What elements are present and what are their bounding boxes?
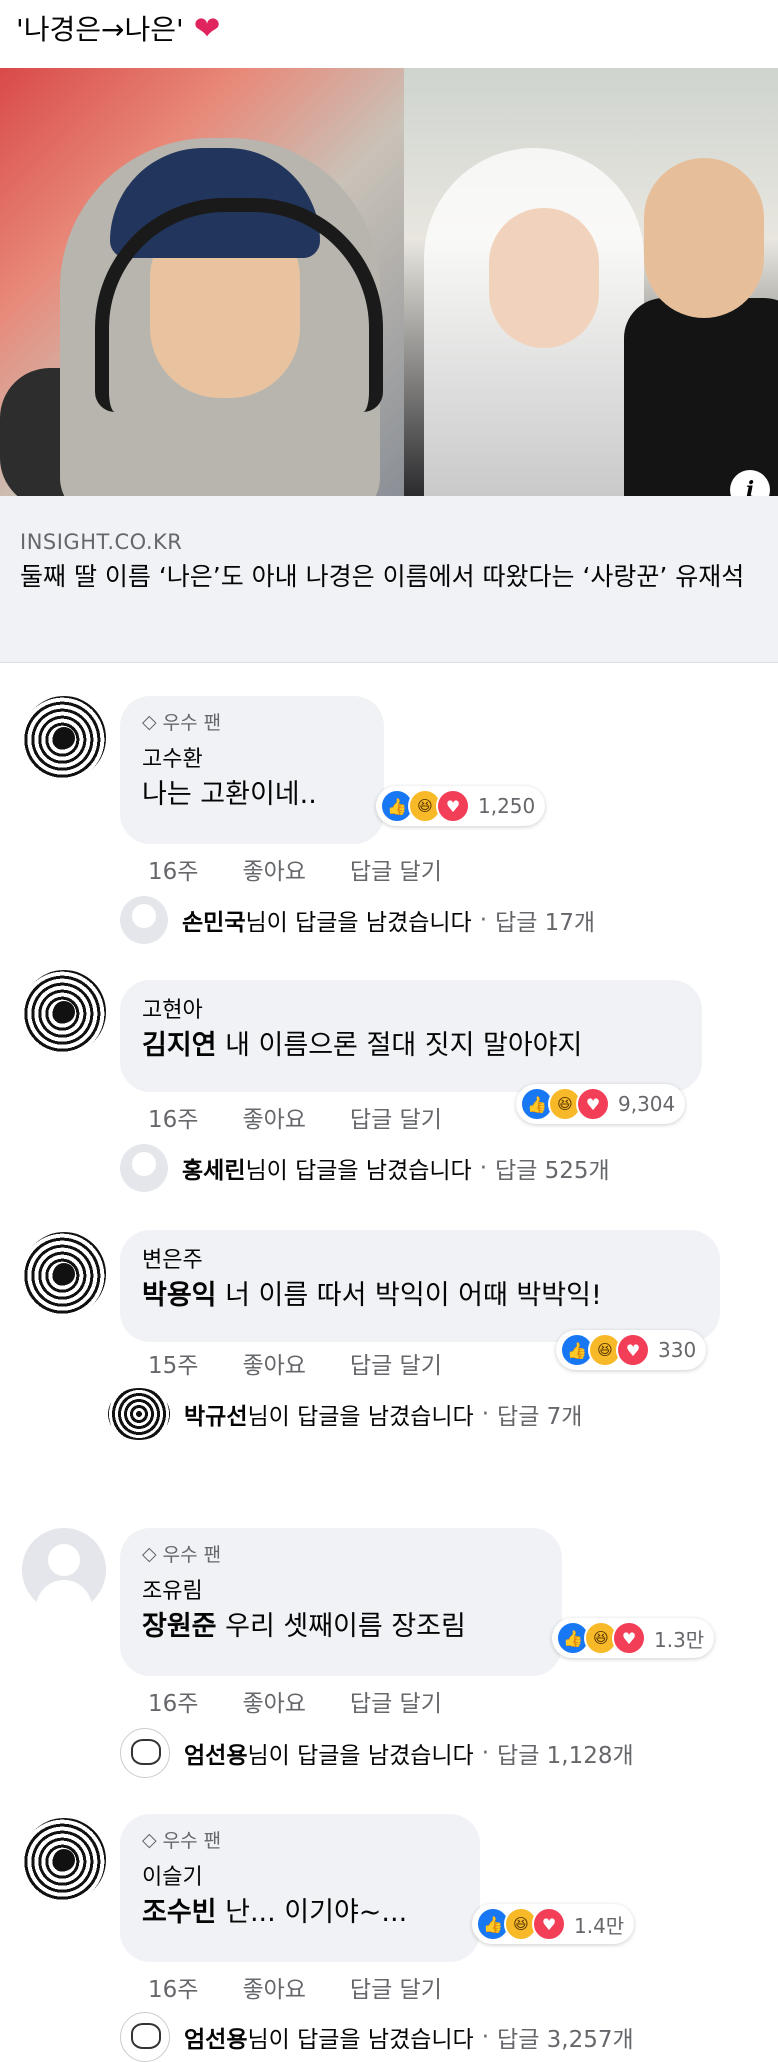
- link-domain: INSIGHT.CO.KR: [20, 530, 183, 554]
- top-fan-badge: ◇ 우수 팬: [142, 1542, 222, 1567]
- mention[interactable]: 조수빈: [142, 1897, 217, 1928]
- mention[interactable]: 박용익: [142, 1280, 217, 1311]
- reply-summary[interactable]: 홍세린님이 답글을 남겼습니다 · 답글 525개: [120, 1144, 610, 1192]
- reply-avatar: [120, 896, 168, 944]
- comment-text: 조수빈 난... 이기야~...: [142, 1897, 408, 1928]
- commenter-avatar[interactable]: [22, 696, 106, 780]
- comment-actions: 15주 좋아요 답글 달기: [148, 1346, 442, 1380]
- reply-avatar: [120, 1144, 168, 1192]
- comment-bubble: ◇ 우수 팬 이슬기 조수빈 난... 이기야~...: [120, 1814, 480, 1962]
- diamond-icon: ◇: [142, 710, 157, 733]
- reply-button[interactable]: 답글 달기: [350, 1970, 442, 2004]
- reply-summary[interactable]: 손민국님이 답글을 남겼습니다 · 답글 17개: [120, 896, 595, 944]
- commenter-name[interactable]: 이슬기: [142, 1859, 458, 1891]
- reply-user-name: 홍세린: [182, 1158, 246, 1184]
- reply-avatar: [108, 1388, 170, 1440]
- commenter-avatar[interactable]: [22, 1818, 106, 1902]
- comment-time[interactable]: 16주: [148, 1970, 198, 2004]
- photo-wedding: [404, 68, 778, 496]
- top-fan-badge: ◇ 우수 팬: [142, 710, 222, 735]
- post-title-text: '나경은→나은': [16, 13, 184, 46]
- commenter-name[interactable]: 조유림: [142, 1573, 540, 1605]
- comment-time[interactable]: 16주: [148, 1100, 198, 1134]
- reaction-summary[interactable]: 👍 😆 ♥ 1.4만: [472, 1904, 635, 1944]
- reply-button[interactable]: 답글 달기: [350, 852, 442, 886]
- commenter-name[interactable]: 고수환: [142, 741, 362, 773]
- commenter-avatar[interactable]: [22, 970, 106, 1054]
- mention[interactable]: 김지연: [142, 1030, 217, 1061]
- reply-count: 답글 7개: [497, 1404, 583, 1430]
- reaction-count: 9,304: [618, 1092, 676, 1116]
- comment-actions: 16주 좋아요 답글 달기: [148, 1970, 442, 2004]
- comment-text: 나는 고환이네..: [142, 779, 317, 810]
- reply-button[interactable]: 답글 달기: [350, 1100, 442, 1134]
- comment-time[interactable]: 15주: [148, 1346, 198, 1380]
- reaction-summary[interactable]: 👍 😆 ♥ 9,304: [516, 1084, 686, 1124]
- reply-count: 답글 525개: [495, 1158, 610, 1184]
- comment-text: 김지연 내 이름으론 절대 짓지 말아야지: [142, 1030, 583, 1061]
- reply-summary[interactable]: 엄선용님이 답글을 남겼습니다 · 답글 1,128개: [120, 1728, 634, 1778]
- comment-actions: 16주 좋아요 답글 달기: [148, 1684, 442, 1718]
- diamond-icon: ◇: [142, 1542, 157, 1565]
- comment-bubble: ◇ 우수 팬 조유림 장원준 우리 셋째이름 장조림: [120, 1528, 562, 1676]
- comment-time[interactable]: 16주: [148, 1684, 198, 1718]
- reaction-summary[interactable]: 👍 😆 ♥ 1,250: [376, 786, 546, 826]
- like-button[interactable]: 좋아요: [242, 1684, 305, 1718]
- like-button[interactable]: 좋아요: [242, 852, 305, 886]
- like-button[interactable]: 좋아요: [242, 1970, 305, 2004]
- commenter-name[interactable]: 고현아: [142, 992, 680, 1024]
- reply-button[interactable]: 답글 달기: [350, 1346, 442, 1380]
- reaction-count: 1.3만: [654, 1627, 705, 1652]
- like-button[interactable]: 좋아요: [242, 1100, 305, 1134]
- commenter-avatar[interactable]: [22, 1232, 106, 1316]
- photo-radio-host: [0, 68, 404, 496]
- love-reaction-icon: ♥: [436, 789, 470, 823]
- comment-text: 장원준 우리 셋째이름 장조림: [142, 1611, 466, 1642]
- commenter-name[interactable]: 변은주: [142, 1242, 698, 1274]
- comment-actions: 16주 좋아요 답글 달기: [148, 852, 442, 886]
- comment-bubble: 고현아 김지연 내 이름으론 절대 짓지 말아야지: [120, 980, 702, 1092]
- reaction-count: 1.4만: [574, 1913, 625, 1938]
- link-title: 둘째 딸 이름 ‘나은’도 아내 나경은 이름에서 따왔다는 ‘사랑꾼’ 유재석: [20, 562, 745, 591]
- comment-actions: 16주 좋아요 답글 달기: [148, 1100, 442, 1134]
- reaction-summary[interactable]: 👍 😆 ♥ 1.3만: [552, 1618, 715, 1658]
- post-title: '나경은→나은' ❤: [16, 8, 220, 48]
- reply-user-name: 엄선용: [184, 2027, 248, 2053]
- reply-avatar: [120, 2012, 170, 2062]
- comment-bubble: ◇ 우수 팬 고수환 나는 고환이네..: [120, 696, 384, 844]
- reaction-count: 330: [658, 1338, 697, 1362]
- reply-user-name: 엄선용: [184, 1743, 248, 1769]
- love-reaction-icon: ♥: [532, 1907, 566, 1941]
- link-preview-image[interactable]: [0, 68, 778, 496]
- commenter-avatar[interactable]: [22, 1528, 106, 1612]
- like-button[interactable]: 좋아요: [242, 1346, 305, 1380]
- reply-count: 답글 17개: [495, 910, 596, 936]
- comment-time[interactable]: 16주: [148, 852, 198, 886]
- comment-text: 박용익 너 이름 따서 박익이 어때 박박익!: [142, 1280, 602, 1311]
- reply-summary[interactable]: 엄선용님이 답글을 남겼습니다 · 답글 3,257개: [120, 2012, 634, 2062]
- link-card[interactable]: INSIGHT.CO.KR 둘째 딸 이름 ‘나은’도 아내 나경은 이름에서 …: [0, 496, 778, 663]
- reply-count: 답글 3,257개: [497, 2027, 634, 2053]
- reply-button[interactable]: 답글 달기: [350, 1684, 442, 1718]
- reply-avatar: [120, 1728, 170, 1778]
- heart-icon: ❤: [193, 9, 221, 47]
- love-reaction-icon: ♥: [616, 1333, 650, 1367]
- reaction-count: 1,250: [478, 794, 536, 818]
- reaction-summary[interactable]: 👍 😆 ♥ 330: [556, 1330, 707, 1370]
- love-reaction-icon: ♥: [576, 1087, 610, 1121]
- love-reaction-icon: ♥: [612, 1621, 646, 1655]
- diamond-icon: ◇: [142, 1828, 157, 1851]
- mention[interactable]: 장원준: [142, 1611, 217, 1642]
- top-fan-badge: ◇ 우수 팬: [142, 1828, 222, 1853]
- reply-count: 답글 1,128개: [497, 1743, 634, 1769]
- reply-user-name: 박규선: [184, 1404, 248, 1430]
- comment-bubble: 변은주 박용익 너 이름 따서 박익이 어때 박박익!: [120, 1230, 720, 1342]
- reply-user-name: 손민국: [182, 910, 246, 936]
- reply-summary[interactable]: 박규선님이 답글을 남겼습니다 · 답글 7개: [108, 1388, 582, 1440]
